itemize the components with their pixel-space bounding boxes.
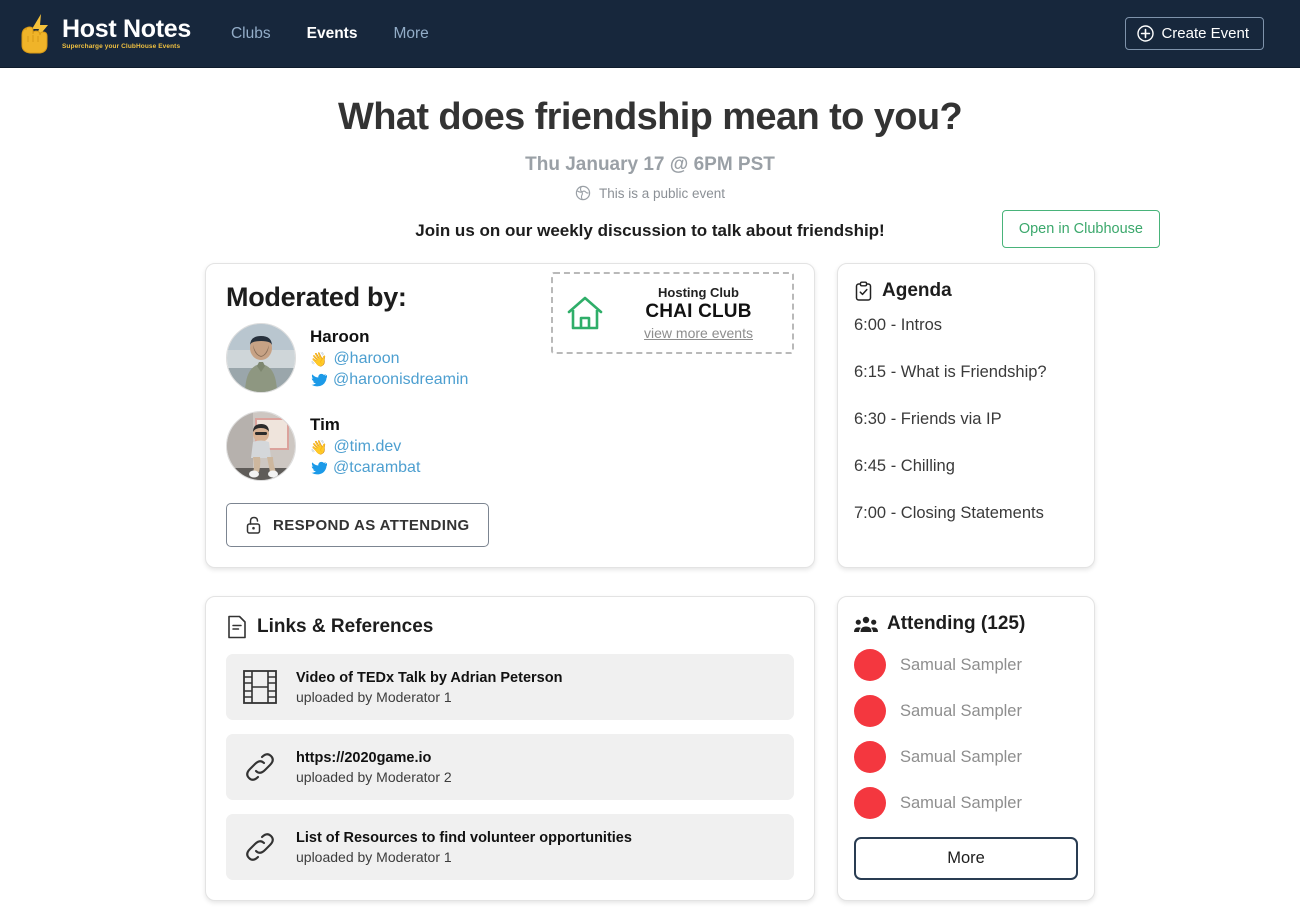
link-item[interactable]: https://2020game.io uploaded by Moderato…: [226, 734, 794, 800]
create-event-button[interactable]: Create Event: [1125, 17, 1264, 50]
attendee-name: Samual Sampler: [900, 702, 1022, 721]
avatar: [854, 787, 886, 819]
link-subtitle: uploaded by Moderator 1: [296, 849, 632, 865]
clubhouse-handle-row[interactable]: 👋 @haroon: [310, 350, 468, 368]
avatar: [226, 411, 296, 481]
link-subtitle: uploaded by Moderator 1: [296, 689, 562, 705]
moderator-name: Tim: [310, 415, 420, 435]
twitter-handle-row[interactable]: @tcarambat: [310, 459, 420, 477]
hosting-club-label: Hosting Club: [615, 285, 782, 300]
nav-item-clubs[interactable]: Clubs: [231, 25, 271, 43]
link-title: List of Resources to find volunteer oppo…: [296, 830, 632, 846]
links-references-card: Links & References Video of TEDx Talk by…: [205, 596, 815, 901]
attending-title: Attending (125): [887, 613, 1025, 635]
nav-links: Clubs Events More: [231, 25, 429, 43]
agenda-card: Agenda 6:00 - Intros 6:15 - What is Frie…: [837, 263, 1095, 568]
wave-hand-icon: 👋: [310, 440, 327, 454]
house-icon: [563, 291, 607, 335]
clubhouse-handle: @haroon: [333, 350, 399, 368]
film-icon: [242, 668, 278, 706]
agenda-title: Agenda: [882, 280, 952, 302]
twitter-bird-icon: [310, 461, 327, 476]
clubhouse-handle-row[interactable]: 👋 @tim.dev: [310, 438, 420, 456]
links-title: Links & References: [257, 616, 433, 638]
attendee-row[interactable]: Samual Sampler: [854, 787, 1078, 819]
avatar: [854, 695, 886, 727]
twitter-handle: @haroonisdreamin: [333, 371, 468, 389]
event-description: Join us on our weekly discussion to talk…: [415, 221, 884, 241]
globe-icon: [575, 185, 591, 201]
twitter-handle: @tcarambat: [333, 459, 420, 477]
link-title: Video of TEDx Talk by Adrian Peterson: [296, 670, 562, 686]
plus-circle-icon: [1137, 25, 1154, 42]
view-more-events-link[interactable]: view more events: [615, 325, 782, 341]
attendee-row[interactable]: Samual Sampler: [854, 695, 1078, 727]
link-icon: [242, 748, 278, 786]
twitter-handle-row[interactable]: @haroonisdreamin: [310, 371, 468, 389]
more-attendees-button[interactable]: More: [854, 837, 1078, 880]
brand-logo[interactable]: Host Notes Supercharge your ClubHouse Ev…: [18, 12, 191, 56]
link-subtitle: uploaded by Moderator 2: [296, 769, 452, 785]
visibility-label: This is a public event: [599, 186, 725, 201]
avatar: [854, 741, 886, 773]
clubhouse-handle: @tim.dev: [333, 438, 401, 456]
event-date: Thu January 17 @ 6PM PST: [0, 154, 1300, 176]
agenda-item: 6:30 - Friends via IP: [854, 410, 1078, 429]
nav-item-events[interactable]: Events: [307, 25, 358, 43]
brand-name: Host Notes: [62, 17, 191, 42]
top-navbar: Host Notes Supercharge your ClubHouse Ev…: [0, 0, 1300, 68]
attendee-row[interactable]: Samual Sampler: [854, 649, 1078, 681]
attending-header: Attending (125): [854, 613, 1078, 635]
moderator-name: Haroon: [310, 327, 468, 347]
twitter-bird-icon: [310, 373, 327, 388]
document-icon: [226, 614, 248, 640]
respond-button-label: RESPOND AS ATTENDING: [273, 517, 470, 534]
attendee-name: Samual Sampler: [900, 748, 1022, 767]
links-header: Links & References: [226, 614, 794, 640]
link-item[interactable]: Video of TEDx Talk by Adrian Peterson up…: [226, 654, 794, 720]
hosting-club-name: CHAI CLUB: [615, 301, 782, 323]
hosting-club-box[interactable]: Hosting Club CHAI CLUB view more events: [551, 272, 794, 354]
agenda-item: 6:15 - What is Friendship?: [854, 363, 1078, 382]
attendee-name: Samual Sampler: [900, 794, 1022, 813]
avatar: [854, 649, 886, 681]
wave-hand-icon: 👋: [310, 352, 327, 366]
agenda-item: 7:00 - Closing Statements: [854, 504, 1078, 523]
link-title: https://2020game.io: [296, 750, 452, 766]
attendee-name: Samual Sampler: [900, 656, 1022, 675]
link-icon: [242, 828, 278, 866]
respond-as-attending-button[interactable]: RESPOND AS ATTENDING: [226, 503, 489, 547]
attendee-row[interactable]: Samual Sampler: [854, 741, 1078, 773]
visibility-row: This is a public event: [0, 185, 1300, 201]
page-title: What does friendship mean to you?: [0, 96, 1300, 139]
open-in-clubhouse-button[interactable]: Open in Clubhouse: [1002, 210, 1160, 248]
agenda-item: 6:00 - Intros: [854, 316, 1078, 335]
create-event-label: Create Event: [1161, 25, 1249, 42]
attending-card: Attending (125) Samual Sampler Samual Sa…: [837, 596, 1095, 901]
agenda-header: Agenda: [854, 280, 1078, 302]
event-header: What does friendship mean to you? Thu Ja…: [0, 68, 1300, 241]
link-item[interactable]: List of Resources to find volunteer oppo…: [226, 814, 794, 880]
description-row: Join us on our weekly discussion to talk…: [0, 221, 1300, 241]
unlock-icon: [245, 515, 263, 535]
nav-item-more[interactable]: More: [393, 25, 428, 43]
avatar: [226, 323, 296, 393]
main-content: Moderated by: Hosting Club CHAI CLUB vie…: [205, 263, 1095, 901]
agenda-item: 6:45 - Chilling: [854, 457, 1078, 476]
brand-tagline: Supercharge your ClubHouse Events: [62, 44, 191, 51]
moderators-card: Moderated by: Hosting Club CHAI CLUB vie…: [205, 263, 815, 568]
people-group-icon: [854, 615, 878, 634]
moderator-row: Tim 👋 @tim.dev @tcarambat: [226, 411, 794, 481]
clipboard-check-icon: [854, 281, 873, 302]
fist-lightning-icon: [18, 12, 56, 56]
